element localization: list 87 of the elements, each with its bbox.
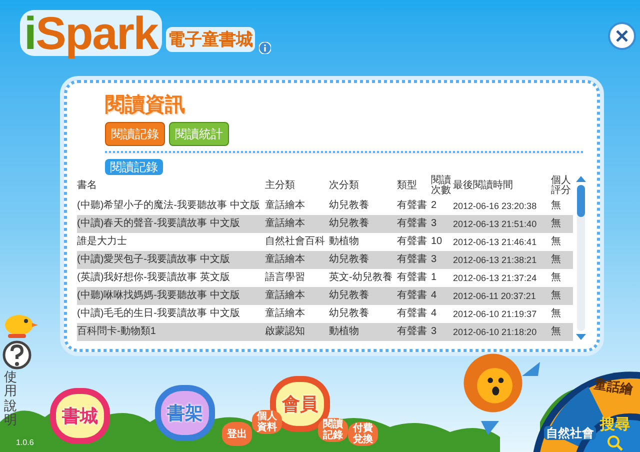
- table-cell: (中讀)愛哭包子-我要讀故事 中文版: [77, 251, 265, 269]
- page-title: 閱讀資訊: [104, 93, 186, 118]
- table-cell: 童話繪本: [265, 305, 329, 323]
- table-cell: 2012-06-10 21:19:37: [453, 305, 551, 323]
- nav-flower-button[interactable]: 書架: [155, 385, 215, 441]
- question-icon: [2, 340, 32, 370]
- table-cell: 童話繪本: [265, 215, 329, 233]
- table-cell: 2012-06-10 21:18:20: [453, 323, 551, 341]
- table-cell: (中讀)毛毛的生日-我要讀故事 中文版: [77, 305, 265, 323]
- table-cell: 2: [431, 197, 453, 215]
- table-cell: 無: [551, 233, 573, 251]
- table-cell: 無: [551, 287, 573, 305]
- table-cell: 有聲書: [397, 269, 431, 287]
- category-tab[interactable]: 童話繪: [593, 377, 634, 397]
- close-button[interactable]: [608, 22, 636, 50]
- logo-title: iSpark: [20, 10, 162, 56]
- tab[interactable]: 閱讀記錄: [105, 122, 165, 146]
- table-cell: (中聽)咻咻找媽媽-我要聽故事 中文版: [77, 287, 265, 305]
- tab[interactable]: 閱讀統計: [169, 122, 229, 146]
- table-cell: 無: [551, 305, 573, 323]
- close-icon: [616, 30, 628, 42]
- table-cell: 有聲書: [397, 197, 431, 215]
- table-cell: 無: [551, 323, 573, 341]
- info-icon: [258, 42, 271, 54]
- table-cell: 語言學習: [265, 269, 329, 287]
- table-cell: 有聲書: [397, 215, 431, 233]
- column-header: 次分類: [329, 175, 397, 197]
- table-cell: 1: [431, 269, 453, 287]
- column-header: 個人評分: [551, 175, 572, 197]
- logo-subtitle: 電子童書城: [166, 26, 255, 52]
- table-cell: 無: [551, 269, 573, 287]
- table-cell: 2012-06-16 23:20:38: [453, 197, 551, 215]
- table-cell: 誰是大力士: [77, 233, 265, 251]
- column-header: 書名: [77, 175, 265, 197]
- table-cell: 幼兒教養: [329, 197, 397, 215]
- column-header: 最後閱讀時間: [453, 175, 551, 197]
- column-header: 閱讀次數: [431, 175, 453, 197]
- table-cell: (中讀)春天的聲音-我要讀故事 中文版: [77, 215, 265, 233]
- table-cell: 2012-06-13 21:46:41: [453, 233, 551, 251]
- lion-drawing: [462, 352, 524, 414]
- bird-drawing: [2, 312, 38, 338]
- table-cell: (英讀)我好想你-我要讀故事 英文版: [77, 269, 265, 287]
- table-cell: 幼兒教養: [329, 215, 397, 233]
- table-cell: 無: [551, 215, 573, 233]
- arrow-down-icon: [480, 420, 500, 436]
- table-cell: 幼兒教養: [329, 305, 397, 323]
- category-tab[interactable]: 自然社會: [544, 426, 596, 440]
- table-cell: 幼兒教養: [329, 287, 397, 305]
- table-cell: 有聲書: [397, 251, 431, 269]
- table-cell: 2012-06-11 20:37:21: [453, 287, 551, 305]
- table-cell: 童話繪本: [265, 251, 329, 269]
- table-cell: 有聲書: [397, 305, 431, 323]
- table-cell: 4: [431, 287, 453, 305]
- help-button[interactable]: 使用說明: [2, 340, 32, 428]
- table-cell: 無: [551, 251, 573, 269]
- column-header: 主分類: [265, 175, 329, 197]
- table-cell: 童話繪本: [265, 197, 329, 215]
- table-cell: 無: [551, 197, 573, 215]
- table-cell: 3: [431, 215, 453, 233]
- table-cell: 有聲書: [397, 287, 431, 305]
- table-cell: 3: [431, 323, 453, 341]
- table-cell: 幼兒教養: [329, 251, 397, 269]
- table-cell: 4: [431, 305, 453, 323]
- column-header: 類型: [397, 175, 431, 197]
- table-cell: 2012-06-13 21:51:40: [453, 215, 551, 233]
- table-cell: (中聽)希望小子的魔法-我要聽故事 中文版: [77, 197, 265, 215]
- table-cell: 10: [431, 233, 453, 251]
- table-cell: 2012-06-13 21:37:24: [453, 269, 551, 287]
- table-cell: 有聲書: [397, 233, 431, 251]
- arrow-up-icon: [520, 360, 542, 378]
- section-label: 閱讀記錄: [105, 159, 163, 175]
- search-button[interactable]: 搜尋: [600, 416, 630, 451]
- table-cell: 百科問卡-動物類1: [77, 323, 265, 341]
- nav-flower-button[interactable]: 書城: [50, 388, 110, 444]
- table-cell: 自然社會百科: [265, 233, 329, 251]
- member-menu-button[interactable]: 個人資料: [252, 410, 282, 434]
- table-cell: 英文-幼兒教養: [329, 269, 397, 287]
- table-cell: 有聲書: [397, 323, 431, 341]
- table-cell: 2012-06-13 21:38:21: [453, 251, 551, 269]
- table-cell: 啟蒙認知: [265, 323, 329, 341]
- table-cell: 童話繪本: [265, 287, 329, 305]
- table-cell: 動植物: [329, 323, 397, 341]
- version-label: 1.0.6: [16, 437, 34, 449]
- table-cell: 3: [431, 251, 453, 269]
- member-menu-button[interactable]: 閱讀記錄: [318, 418, 348, 442]
- table-cell: 動植物: [329, 233, 397, 251]
- search-icon: [607, 434, 623, 451]
